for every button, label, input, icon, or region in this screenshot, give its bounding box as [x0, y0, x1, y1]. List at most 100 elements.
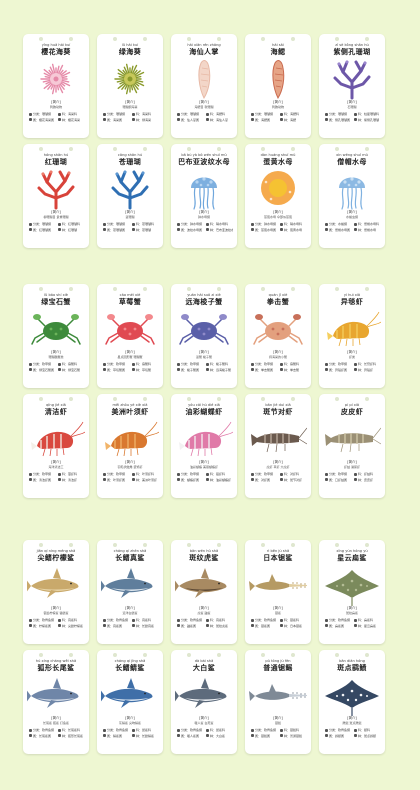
card-fact-text: 分类：软甲纲 [33, 362, 52, 366]
blue-swimming-crab-icon [175, 308, 233, 350]
card-fact-text: 分类：钵水母纲 [181, 222, 203, 226]
card-fact-text: 种：斑点鹞鲼 [358, 733, 377, 738]
species-card[interactable]: zǐ sè kǒng shān hú 紫侧孔珊瑚 [简介] 石珊瑚 分类：珊瑚纲… [319, 34, 385, 138]
card-fact-text: 属：扁鲨属 [329, 623, 345, 628]
species-card[interactable]: quán jī xiè 拳击蟹 [简介] 持海葵的小蟹 分类：软甲纲 科：扇蟹科属… [245, 284, 311, 388]
card-desc: 远洋白鳍鲨 [122, 611, 138, 615]
card-fact: 科：硝水母科 [206, 222, 233, 226]
card-intro-label: [简介] [199, 460, 209, 464]
species-card[interactable]: cháng qí zhēn shā 长鳍真鲨 [简介] 远洋白鳍鲨 分类：软骨鱼… [97, 540, 163, 644]
species-card[interactable]: bā bù yà bō wén shuǐ mǔ 巴布亚波纹水母 [简介] 钵水母… [171, 144, 237, 248]
species-card[interactable]: hǎi sāi 海鳃 [简介] 刺胞动物 分类：珊瑚纲 科：海鳃科 属：海鳃属 种：海… [245, 34, 311, 138]
species-card[interactable]: yīng huā hǎi kuí 樱花海葵 [简介] 刺胞动物 分类：珊瑚纲 科：… [23, 34, 89, 138]
card-hole-left [335, 653, 339, 657]
card-grid-1: yīng huā hǎi kuí 樱花海葵 [简介] 刺胞动物 分类：珊瑚纲 科：… [23, 34, 385, 248]
species-card[interactable]: xīng yún hóng yú 星云扁鲨 [简介] 斑纹扁鲨 分类：软骨鱼纲科… [319, 540, 385, 644]
species-card[interactable]: yóu cǎi hú dié xiā 油彩蝴蝶虾 [简介] 油彩蝴蝶 美丽蝴蝶虾… [171, 394, 237, 498]
card-facts: 分类：钵水母纲 科：硝水母科属：波纹水母属 种：巴布亚波纹水母 [177, 222, 233, 232]
card-fact: 种：日本锯鲨 [280, 624, 307, 628]
species-card[interactable]: pǔ tōng jù fèn 普通锯鳐 [简介] 锯鳐 分类：软骨鱼纲 科：锯鳐科… [245, 650, 311, 754]
card-fact: 科：海鳃科 [280, 112, 307, 116]
card-fact-text: 分类：珊瑚纲 [33, 222, 52, 226]
species-card[interactable]: yì huì xiā 异毯虾 [简介] 虾类 分类：软甲纲 科：长臂虾科 属：异毯虾… [319, 284, 385, 388]
card-fact: 种：美洲叶须虾 [132, 478, 159, 482]
species-card[interactable]: dà bái shā 大白鲨 [简介] 噬人鲨 白死鲨 分类：软骨鱼纲 科：鼠鲨科… [171, 650, 237, 754]
species-card[interactable]: bān jié duì xiā 斑节对虾 [简介] 虎虾 草虾 大虎虾 分类：软… [245, 394, 311, 498]
species-card[interactable]: hú xíng cháng wěi shā 狐形长尾鲨 [简介] 长尾鲨 狐鲨 … [23, 650, 89, 754]
green-anemone-icon [114, 63, 145, 95]
boxer-crab-icon [249, 308, 307, 350]
card-hole-left [187, 397, 191, 401]
card-facts: 分类：软骨鱼纲 科：锯鳐科 属：锯鳐属 种：普通锯鳐 [251, 728, 307, 738]
bullet-icon [177, 112, 180, 116]
card-fact: 科：真鲨科 [206, 618, 233, 622]
bullet-icon [132, 478, 135, 481]
emerald-crab-icon [31, 314, 81, 345]
card-desc: 羽毛状触角 装饰虾 [117, 465, 143, 469]
card-fact: 分类：软骨鱼纲 [325, 728, 352, 732]
card-hole-right [69, 37, 73, 41]
species-card[interactable]: rì běn jù shā 日本锯鲨 [简介] 锯鲨 分类：软骨鱼纲 科：锯鲨科属… [245, 540, 311, 644]
card-intro-label: [简介] [273, 100, 283, 104]
card-fact: 属：鹞鲼属 [325, 734, 352, 738]
card-intro-label: [简介] [51, 716, 61, 720]
card-fact: 分类：珊瑚纲 [177, 112, 204, 116]
species-card[interactable]: hóng shān hú 红珊瑚 [简介] 柳珊瑚目 贵重珊瑚 分类：珊瑚纲 科：… [23, 144, 89, 248]
card-hole-right [69, 397, 73, 401]
egg-yolk-jellyfish-icon [249, 168, 307, 210]
bullet-icon [280, 728, 283, 732]
card-name: 星云扁鲨 [337, 553, 367, 562]
species-card[interactable]: lǜ bǎo shí xiè 绿宝石蟹 [简介] 珊瑚礁蟹类 分类：软甲纲 科：扇… [23, 284, 89, 388]
card-fact: 属：苍珊瑚属 [103, 228, 130, 232]
species-card[interactable]: lǜ hǎi kuí 绿海葵 [简介] 珊瑚纲海葵 分类：珊瑚纲 科：海葵科 属：海… [97, 34, 163, 138]
species-card[interactable]: měi zhōu yè xiè xiā 美洲叶须虾 [简介] 羽毛状触角 装饰虾… [97, 394, 163, 498]
card-intro-label: [简介] [125, 460, 135, 464]
sawshark-icon [249, 564, 307, 606]
species-card[interactable]: cǎo méi xiè 草莓蟹 [简介] 星点圆形蟹 珊瑚蟹 分类：软甲纲 科：扇… [97, 284, 163, 388]
card-hole-right [291, 37, 295, 41]
card-fact: 科：扇蟹科 [58, 362, 85, 366]
great-white-shark-icon [175, 678, 227, 708]
species-card[interactable]: bān wén hǔ shā 斑纹虎鲨 [简介] 虎鲨 鼬鲨 分类：软骨鱼纲 科：… [171, 540, 237, 644]
species-card[interactable]: hǎi xiān rén zhǎng 海仙人掌 [简介] 海鳃目 软珊瑚 分类：… [171, 34, 237, 138]
card-fact-text: 科：梭子蟹科 [210, 362, 229, 366]
card-fact-text: 种：长鳍鲭鲨 [136, 733, 155, 738]
portuguese-man-o-war-icon [339, 177, 365, 210]
species-card[interactable]: jiān qí níng méng shā 尖鳍柠檬鲨 [简介] 锯齿柠檬鲨 镰… [23, 540, 89, 644]
card-fact: 种：普通锯鳐 [280, 734, 307, 738]
card-hole-right [143, 543, 147, 547]
card-fact-text: 属：清洁虾属 [33, 477, 52, 482]
card-fact-text: 属：口虾蛄属 [329, 477, 348, 482]
card-name: 美洲叶须虾 [111, 407, 149, 416]
blue-coral-icon [111, 170, 149, 210]
card-fact-text: 种：异毯虾 [358, 367, 374, 372]
species-card[interactable]: pí pí xiā 皮皮虾 [简介] 虾蛄 濑尿虾 分类：软甲纲 科：虾蛄科 属：口… [319, 394, 385, 498]
card-fact: 分类：软骨鱼纲 [251, 728, 278, 732]
card-fact-text: 属：鲭鲨属 [107, 733, 123, 738]
card-fact-text: 分类：软甲纲 [107, 362, 126, 366]
page: { "labels": {"intro": "[简介]"}, "sections… [0, 0, 420, 790]
species-card[interactable]: bān diǎn hóng 斑点鹞鲼 [简介] 鹰鳐 斑点鹰鳐 分类：软骨鱼纲科… [319, 650, 385, 754]
card-fact: 分类：珊瑚纲 [29, 112, 56, 116]
card-fact: 分类：软甲纲 [29, 362, 56, 366]
card-hole-right [217, 543, 221, 547]
card-intro-label: [简介] [125, 716, 135, 720]
species-card[interactable]: cháng qí jīng shā 长鳍鲭鲨 [简介] 灰鲭鲨 尖吻鲭鲨 分类：… [97, 650, 163, 754]
card-fact: 种：红珊瑚 [58, 228, 85, 232]
card-name: 海鳃 [270, 47, 286, 56]
species-card[interactable]: qīng jié xiā 清洁虾 [简介] 海洋清洁工 分类：软甲纲 科：藻虾科属… [23, 394, 89, 498]
species-card[interactable]: yuǎn hǎi suō zi xiè 远海梭子蟹 [简介] 蓝蟹 梭子蟹 分类… [171, 284, 237, 388]
species-card[interactable]: xìn wēng shuǐ mǔ 僧帽水母 [简介] 水螅虫纲 分类：水螅纲 科：… [319, 144, 385, 248]
card-fact: 属：锯鲨属 [251, 624, 278, 628]
species-card[interactable]: cāng shān hú 苍珊瑚 [简介] 蓝珊瑚 分类：珊瑚纲 科：苍珊瑚科 属：… [97, 144, 163, 248]
card-fact-text: 分类：珊瑚纲 [255, 112, 274, 116]
card-hole-right [69, 543, 73, 547]
species-card[interactable]: dàn huáng shuǐ mǔ 蛋黄水母 [简介] 煎蛋水母 伞部似煎蛋 分… [245, 144, 311, 248]
card-hole-right [143, 37, 147, 41]
bullet-icon [251, 362, 254, 366]
card-desc: 持海葵的小蟹 [268, 355, 287, 359]
card-name: 异毯虾 [340, 297, 364, 306]
card-name: 僧帽水母 [337, 157, 367, 166]
card-facts: 分类：软甲纲 科：对虾科 属：对虾属 种：斑节对虾 [251, 472, 307, 482]
thresher-shark-icon [27, 678, 79, 708]
